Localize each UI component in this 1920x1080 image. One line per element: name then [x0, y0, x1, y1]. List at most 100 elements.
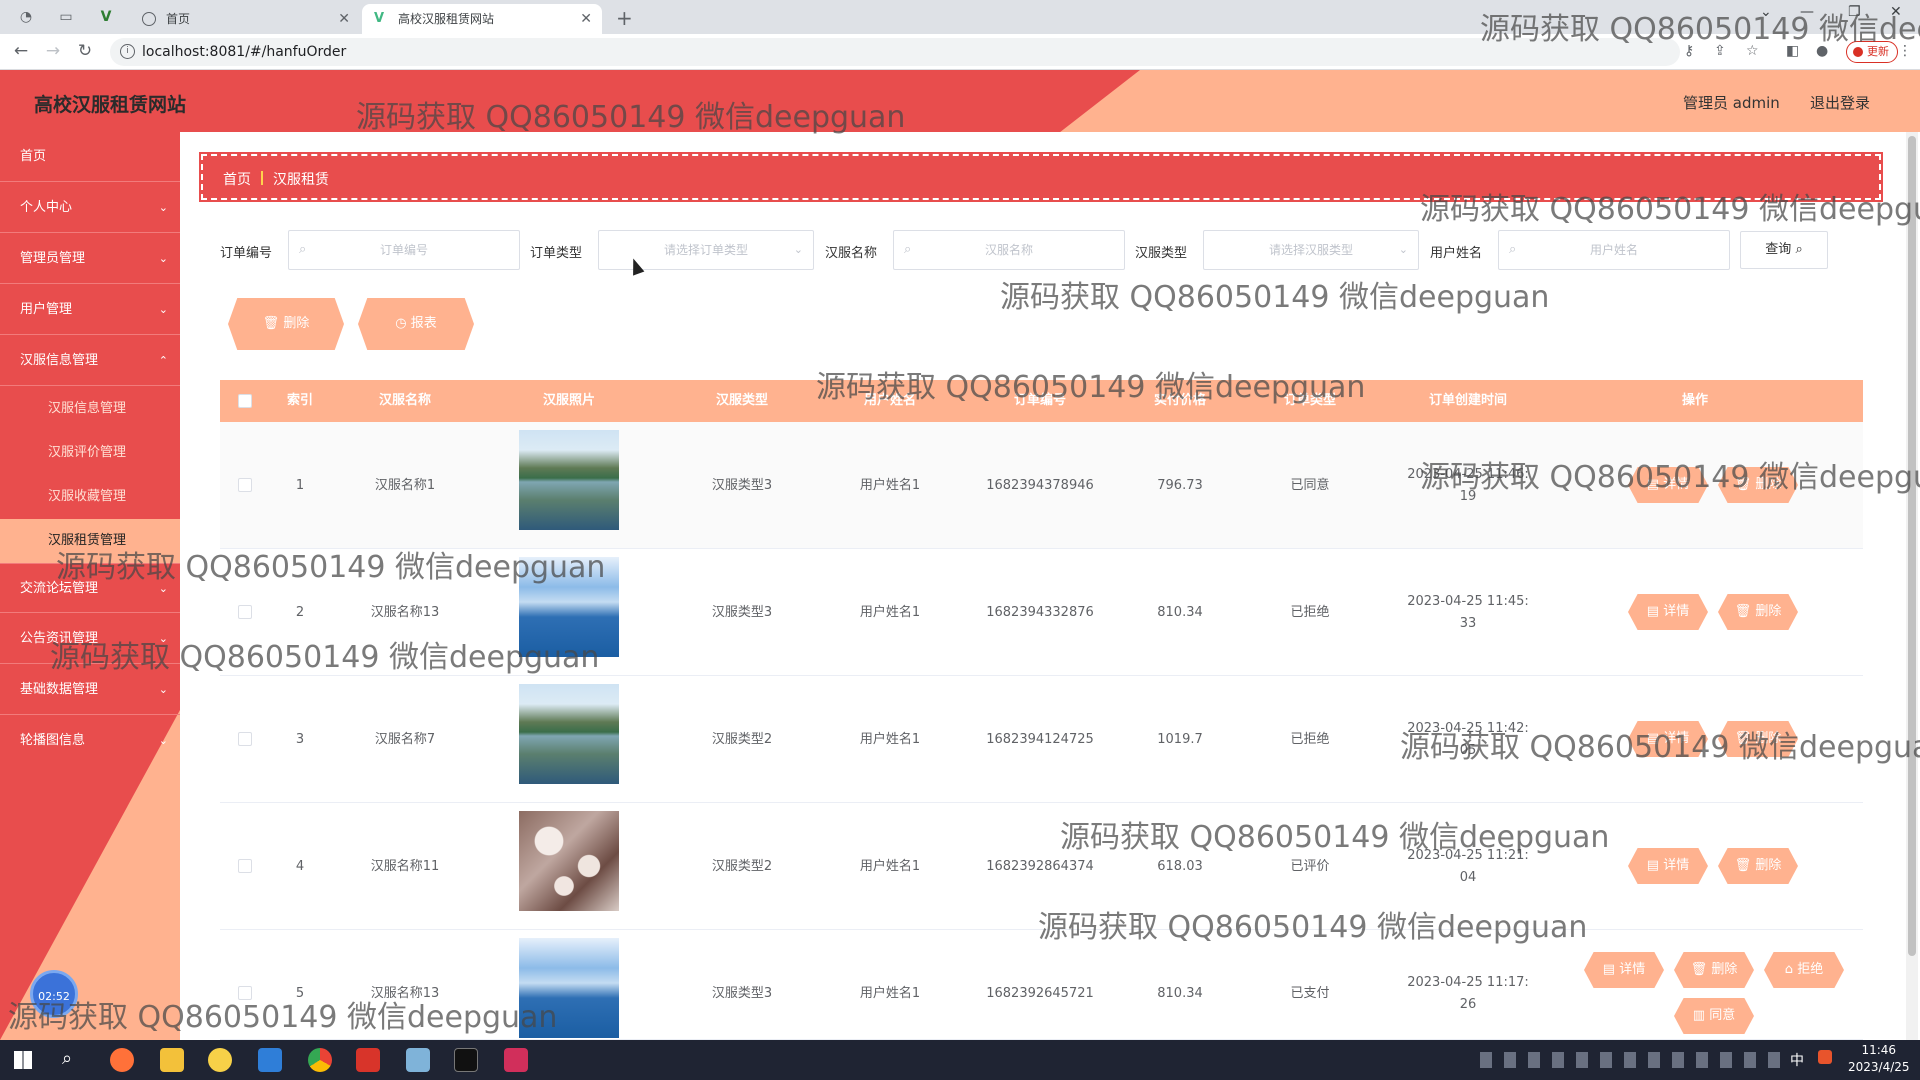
cell-order-no: 1682394378946: [986, 477, 1094, 493]
cell-created: 2023-04-25 11:46: 19: [1378, 422, 1558, 549]
menu-dots-icon[interactable]: ⋮: [1898, 43, 1912, 59]
order-no-input[interactable]: ⌕ 订单编号: [288, 230, 520, 270]
watermark-text: 源码获取 QQ86050149 微信deepguan: [1000, 280, 1550, 315]
sidebar-item-news[interactable]: 公告资讯管理 ⌄: [0, 614, 180, 664]
hanfu-type-select[interactable]: 请选择汉服类型 ⌄: [1203, 230, 1419, 270]
user-name-input[interactable]: ⌕ 用户姓名: [1498, 230, 1730, 270]
windows-start-icon[interactable]: [14, 1051, 32, 1069]
sidebar-item-admins[interactable]: 管理员管理 ⌄: [0, 234, 180, 284]
delete-button[interactable]: 🗑 删除: [1718, 848, 1798, 884]
info-icon[interactable]: i: [120, 44, 135, 59]
ime-indicator[interactable]: 中: [1790, 1050, 1804, 1070]
col-header-user: 用户姓名: [863, 393, 916, 408]
created-date: 2023-04-25 11:45:: [1407, 593, 1529, 609]
star-icon[interactable]: ☆: [1746, 43, 1759, 59]
sidebar-subitem-hanfu-info[interactable]: 汉服信息管理: [0, 387, 180, 431]
close-tab-icon[interactable]: ✕: [580, 4, 592, 34]
detail-button[interactable]: ▤ 详情: [1628, 721, 1708, 757]
app-tray-icon[interactable]: [1818, 1050, 1832, 1064]
terminal-icon[interactable]: [454, 1048, 478, 1072]
search-icon: ⌕: [904, 242, 912, 257]
delete-button[interactable]: 🗑 删除: [1718, 721, 1798, 757]
sidebar-item-forum[interactable]: 交流论坛管理 ⌄: [0, 563, 180, 613]
logout-link[interactable]: 退出登录: [1810, 92, 1870, 113]
sidebar-item-users[interactable]: 用户管理 ⌄: [0, 285, 180, 335]
tab-home[interactable]: 首页 ✕: [130, 4, 360, 34]
update-button[interactable]: 更新: [1846, 41, 1898, 63]
sidebar-subitem-hanfu-rental[interactable]: 汉服租赁管理: [0, 519, 180, 563]
sidebar-subitem-hanfu-favorite[interactable]: 汉服收藏管理: [0, 475, 180, 519]
detail-button[interactable]: ▤ 详情: [1584, 952, 1664, 988]
pinned-tab-icon[interactable]: ▭: [56, 7, 76, 27]
close-tab-icon[interactable]: ✕: [338, 4, 350, 34]
forward-icon[interactable]: →: [42, 41, 64, 61]
doc-icon: ▤: [1646, 477, 1664, 492]
sidebar-item-basedata[interactable]: 基础数据管理 ⌄: [0, 665, 180, 715]
address-bar[interactable]: i localhost:8081/#/hanfuOrder: [110, 38, 1680, 66]
breadcrumb-home[interactable]: 首页: [223, 169, 251, 189]
profile-icon[interactable]: ●: [1816, 43, 1828, 59]
row-checkbox[interactable]: [238, 732, 252, 746]
share-icon[interactable]: ⇪: [1714, 43, 1726, 59]
reload-icon[interactable]: ↻: [74, 41, 96, 61]
cell-created: 2023-04-25 11:17: 26: [1378, 930, 1558, 1039]
tab-search-icon[interactable]: ◔: [16, 7, 36, 27]
firefox-icon[interactable]: [110, 1048, 134, 1072]
select-all-checkbox[interactable]: [238, 394, 252, 408]
tab-title: 高校汉服租赁网站: [398, 12, 495, 26]
sidebar-subitem-label: 汉服评价管理: [48, 445, 127, 460]
detail-button[interactable]: ▤ 详情: [1628, 467, 1708, 503]
chrome-icon[interactable]: [308, 1048, 332, 1072]
bulk-delete-button[interactable]: 🗑 删除: [228, 298, 344, 350]
page-scrollbar[interactable]: [1906, 132, 1918, 1040]
new-tab-icon[interactable]: +: [616, 6, 633, 30]
delete-button[interactable]: 🗑 删除: [1674, 952, 1754, 988]
close-window-icon[interactable]: ✕: [1890, 4, 1902, 20]
wps-icon[interactable]: [356, 1048, 380, 1072]
site-title: 高校汉服租赁网站: [34, 94, 187, 116]
key-icon[interactable]: ⚷: [1684, 43, 1694, 59]
vue-favicon-icon[interactable]: V: [96, 7, 116, 27]
app-icon[interactable]: [208, 1048, 232, 1072]
row-checkbox[interactable]: [238, 859, 252, 873]
file-explorer-icon[interactable]: [160, 1048, 184, 1072]
report-button[interactable]: ◷ 报表: [358, 298, 474, 350]
delete-button[interactable]: 🗑 删除: [1718, 467, 1798, 503]
scrollbar-thumb[interactable]: [1908, 136, 1916, 956]
minimize-icon[interactable]: —: [1800, 4, 1814, 20]
sidebar-item-hanfu[interactable]: 汉服信息管理 ⌃: [0, 336, 180, 386]
row-checkbox[interactable]: [238, 986, 252, 1000]
hanfu-name-input[interactable]: ⌕ 汉服名称: [893, 230, 1125, 270]
trash-icon: 🗑: [1734, 604, 1756, 619]
sidebar-subitem-label: 汉服信息管理: [48, 401, 127, 416]
query-button[interactable]: 查询 ⌕: [1740, 231, 1828, 269]
detail-button[interactable]: ▤ 详情: [1628, 594, 1708, 630]
approve-button[interactable]: ▥ 同意: [1674, 998, 1754, 1034]
search-icon: ⌕: [299, 242, 307, 257]
intellij-icon[interactable]: [504, 1048, 528, 1072]
vscode-icon[interactable]: [258, 1048, 282, 1072]
cell-name: 汉服名称13: [370, 604, 440, 620]
chevron-down-icon[interactable]: ⌄: [1760, 4, 1772, 20]
restore-icon[interactable]: ❐: [1848, 4, 1861, 20]
chevron-down-icon: ⌄: [158, 201, 168, 214]
back-icon[interactable]: ←: [10, 41, 32, 61]
sidebar-item-carousel[interactable]: 轮播图信息 ⌄: [0, 716, 180, 766]
detail-button[interactable]: ▤ 详情: [1628, 848, 1708, 884]
taskbar-clock[interactable]: 11:46 2023/4/25: [1848, 1042, 1910, 1076]
sidepanel-icon[interactable]: ◧: [1786, 43, 1799, 59]
delete-button[interactable]: 🗑 删除: [1718, 594, 1798, 630]
reject-button[interactable]: ⌂ 拒绝: [1764, 952, 1844, 988]
system-tray-icons[interactable]: [1480, 1052, 1780, 1068]
doc-icon: ▤: [1646, 604, 1664, 619]
row-checkbox[interactable]: [238, 478, 252, 492]
floating-clock-badge[interactable]: 02:52: [30, 970, 78, 1018]
tab-current[interactable]: V 高校汉服租赁网站 ✕: [362, 4, 602, 34]
row-checkbox[interactable]: [238, 605, 252, 619]
sidebar-subitem-hanfu-review[interactable]: 汉服评价管理: [0, 431, 180, 475]
sidebar-item-profile[interactable]: 个人中心 ⌄: [0, 183, 180, 233]
sidebar-item-home[interactable]: 首页: [0, 132, 180, 182]
notepad-icon[interactable]: [406, 1048, 430, 1072]
search-icon[interactable]: ⌕: [62, 1048, 72, 1069]
current-user: 管理员 admin: [1683, 94, 1780, 112]
